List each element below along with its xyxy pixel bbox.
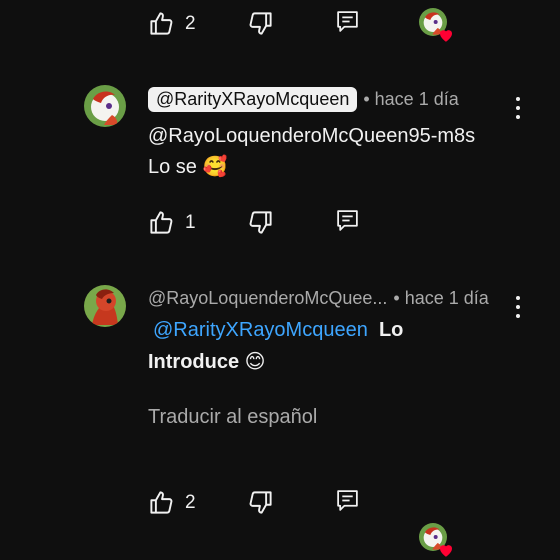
more-vert-icon[interactable]: [515, 97, 521, 119]
mention-link[interactable]: @RarityXRayoMcqueen: [148, 319, 368, 341]
comment-text-line-1: @RarityXRayoMcqueen Lo: [148, 314, 403, 346]
author-chip[interactable]: @RarityXRayoMcqueen: [148, 87, 358, 112]
thumbs-up-icon: [148, 209, 175, 236]
comment-text-line-2: Introduce 😊: [148, 351, 266, 373]
comment-text-line-1: @RayoLoquenderoMcQueen95-m8s: [148, 125, 476, 147]
avatar[interactable]: [84, 285, 126, 327]
creator-heart-badge: [419, 523, 455, 559]
thumbs-down-icon: [247, 489, 274, 516]
timestamp: • hace 1 día: [393, 288, 489, 308]
like-button[interactable]: 2: [148, 489, 196, 516]
dislike-button[interactable]: [247, 209, 274, 236]
reply-icon: [335, 488, 360, 513]
thumbs-up-icon: [148, 10, 175, 37]
reply-button[interactable]: [335, 208, 360, 233]
timestamp: • hace 1 día: [363, 89, 459, 109]
creator-heart-icon: [437, 541, 455, 559]
thumbs-up-icon: [148, 489, 175, 516]
like-count: 1: [185, 211, 196, 233]
like-button[interactable]: 1: [148, 209, 196, 236]
thumbs-down-icon: [247, 10, 274, 37]
comment-text-line-2: Lo se 🥰: [148, 156, 228, 178]
comment-text: Lo: [378, 319, 404, 341]
dislike-button[interactable]: [247, 489, 274, 516]
translate-link[interactable]: Traducir al español: [148, 406, 317, 429]
avatar[interactable]: [84, 85, 126, 127]
creator-heart-icon: [437, 26, 455, 44]
reply-button[interactable]: [335, 9, 360, 34]
like-count: 2: [185, 12, 196, 34]
like-button[interactable]: 2: [148, 10, 196, 37]
author-name[interactable]: @RayoLoquenderoMcQuee...: [148, 288, 387, 309]
dislike-button[interactable]: [247, 10, 274, 37]
thumbs-down-icon: [247, 209, 274, 236]
like-count: 2: [185, 491, 196, 513]
comment-header: @RayoLoquenderoMcQuee... • hace 1 día: [148, 288, 489, 309]
creator-heart-badge: [419, 8, 455, 44]
reply-icon: [335, 208, 360, 233]
reply-icon: [335, 9, 360, 34]
comment-header: @RarityXRayoMcqueen • hace 1 día: [148, 87, 459, 112]
reply-button[interactable]: [335, 488, 360, 513]
more-vert-icon[interactable]: [515, 296, 521, 318]
